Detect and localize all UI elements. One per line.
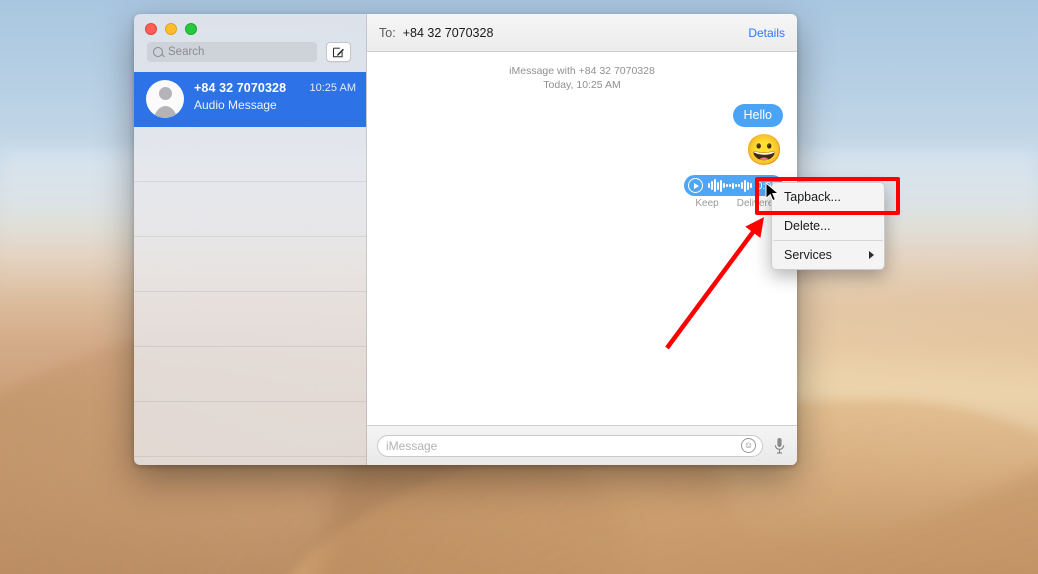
- conversation-pane: To: +84 32 7070328 Details iMessage with…: [367, 14, 797, 465]
- conversation-list-empty-row: [134, 127, 366, 182]
- compose-pencil-icon: [333, 47, 344, 57]
- transcript-meta-line2: Today, 10:25 AM: [543, 79, 621, 91]
- transcript-meta-line1: iMessage with +84 32 7070328: [509, 65, 655, 77]
- avatar-body-icon: [152, 106, 178, 118]
- microphone-icon[interactable]: [771, 435, 787, 457]
- conversation-timestamp: 10:25 AM: [309, 82, 356, 94]
- menu-separator: [773, 240, 883, 241]
- conversation-list-empty-row: [134, 237, 366, 292]
- zoom-button[interactable]: [185, 23, 197, 35]
- menu-item-tapback[interactable]: Tapback...: [772, 186, 884, 208]
- conversation-list-empty-row: [134, 182, 366, 237]
- sidebar-toolbar: Search: [147, 42, 351, 62]
- conversation-list-empty-row: [134, 347, 366, 402]
- audio-message-bubble[interactable]: 0:02: [684, 175, 783, 196]
- message-row-audio: 0:02 Keep Delivered: [381, 175, 783, 209]
- to-label: To:: [379, 25, 396, 40]
- search-icon: [153, 47, 163, 57]
- conversations-sidebar: Search +84 32 7070328 10:25 AM Audio Mes…: [134, 14, 367, 465]
- search-placeholder: Search: [168, 46, 205, 58]
- audio-waveform-icon: [708, 179, 752, 193]
- conversation-list[interactable]: +84 32 7070328 10:25 AM Audio Message: [134, 72, 366, 465]
- transcript-meta: iMessage with +84 32 7070328 Today, 10:2…: [381, 64, 783, 92]
- microphone-glyph: [774, 437, 784, 454]
- context-menu[interactable]: Tapback... Delete... Services: [771, 182, 885, 270]
- menu-separator: [773, 211, 883, 212]
- play-icon[interactable]: [688, 178, 704, 193]
- message-bubble-text[interactable]: Hello: [732, 104, 783, 127]
- recipient-field[interactable]: +84 32 7070328: [403, 26, 494, 40]
- audio-message-status: Keep Delivered: [695, 198, 783, 209]
- conversation-preview: Audio Message: [194, 98, 277, 112]
- menu-item-label: Delete...: [784, 219, 831, 233]
- smiley-face-icon[interactable]: ☺: [741, 438, 756, 453]
- traffic-light-buttons: [145, 23, 197, 35]
- conversation-header: To: +84 32 7070328 Details: [367, 14, 797, 52]
- desktop-wallpaper: Search +84 32 7070328 10:25 AM Audio Mes…: [0, 0, 1038, 574]
- message-row: Hello: [381, 104, 783, 127]
- conversation-item-selected[interactable]: +84 32 7070328 10:25 AM Audio Message: [134, 72, 366, 127]
- window-titlebar[interactable]: Search: [134, 14, 366, 72]
- conversation-list-empty-row: [134, 402, 366, 457]
- conversation-name: +84 32 7070328: [194, 81, 287, 95]
- conversation-list-empty-row: [134, 292, 366, 347]
- messages-window: Search +84 32 7070328 10:25 AM Audio Mes…: [134, 14, 797, 465]
- audio-message-wrapper: 0:02 Keep Delivered: [684, 175, 783, 209]
- close-button[interactable]: [145, 23, 157, 35]
- menu-item-label: Services: [784, 248, 832, 262]
- avatar-head-icon: [158, 87, 172, 100]
- message-row: 😀: [381, 136, 783, 166]
- compose-message-button[interactable]: [326, 42, 351, 62]
- menu-item-services[interactable]: Services: [772, 244, 884, 266]
- message-input-bar: iMessage ☺: [367, 425, 797, 465]
- imessage-input[interactable]: iMessage ☺: [377, 434, 763, 457]
- message-transcript: iMessage with +84 32 7070328 Today, 10:2…: [367, 52, 797, 425]
- chevron-right-icon: [869, 251, 874, 259]
- details-button[interactable]: Details: [748, 26, 785, 40]
- menu-item-delete[interactable]: Delete...: [772, 215, 884, 237]
- avatar: [146, 80, 184, 118]
- imessage-placeholder: iMessage: [386, 438, 438, 453]
- menu-item-label: Tapback...: [784, 190, 841, 204]
- search-input[interactable]: Search: [147, 42, 317, 62]
- keep-button[interactable]: Keep: [695, 198, 718, 209]
- message-emoji[interactable]: 😀: [746, 136, 783, 166]
- minimize-button[interactable]: [165, 23, 177, 35]
